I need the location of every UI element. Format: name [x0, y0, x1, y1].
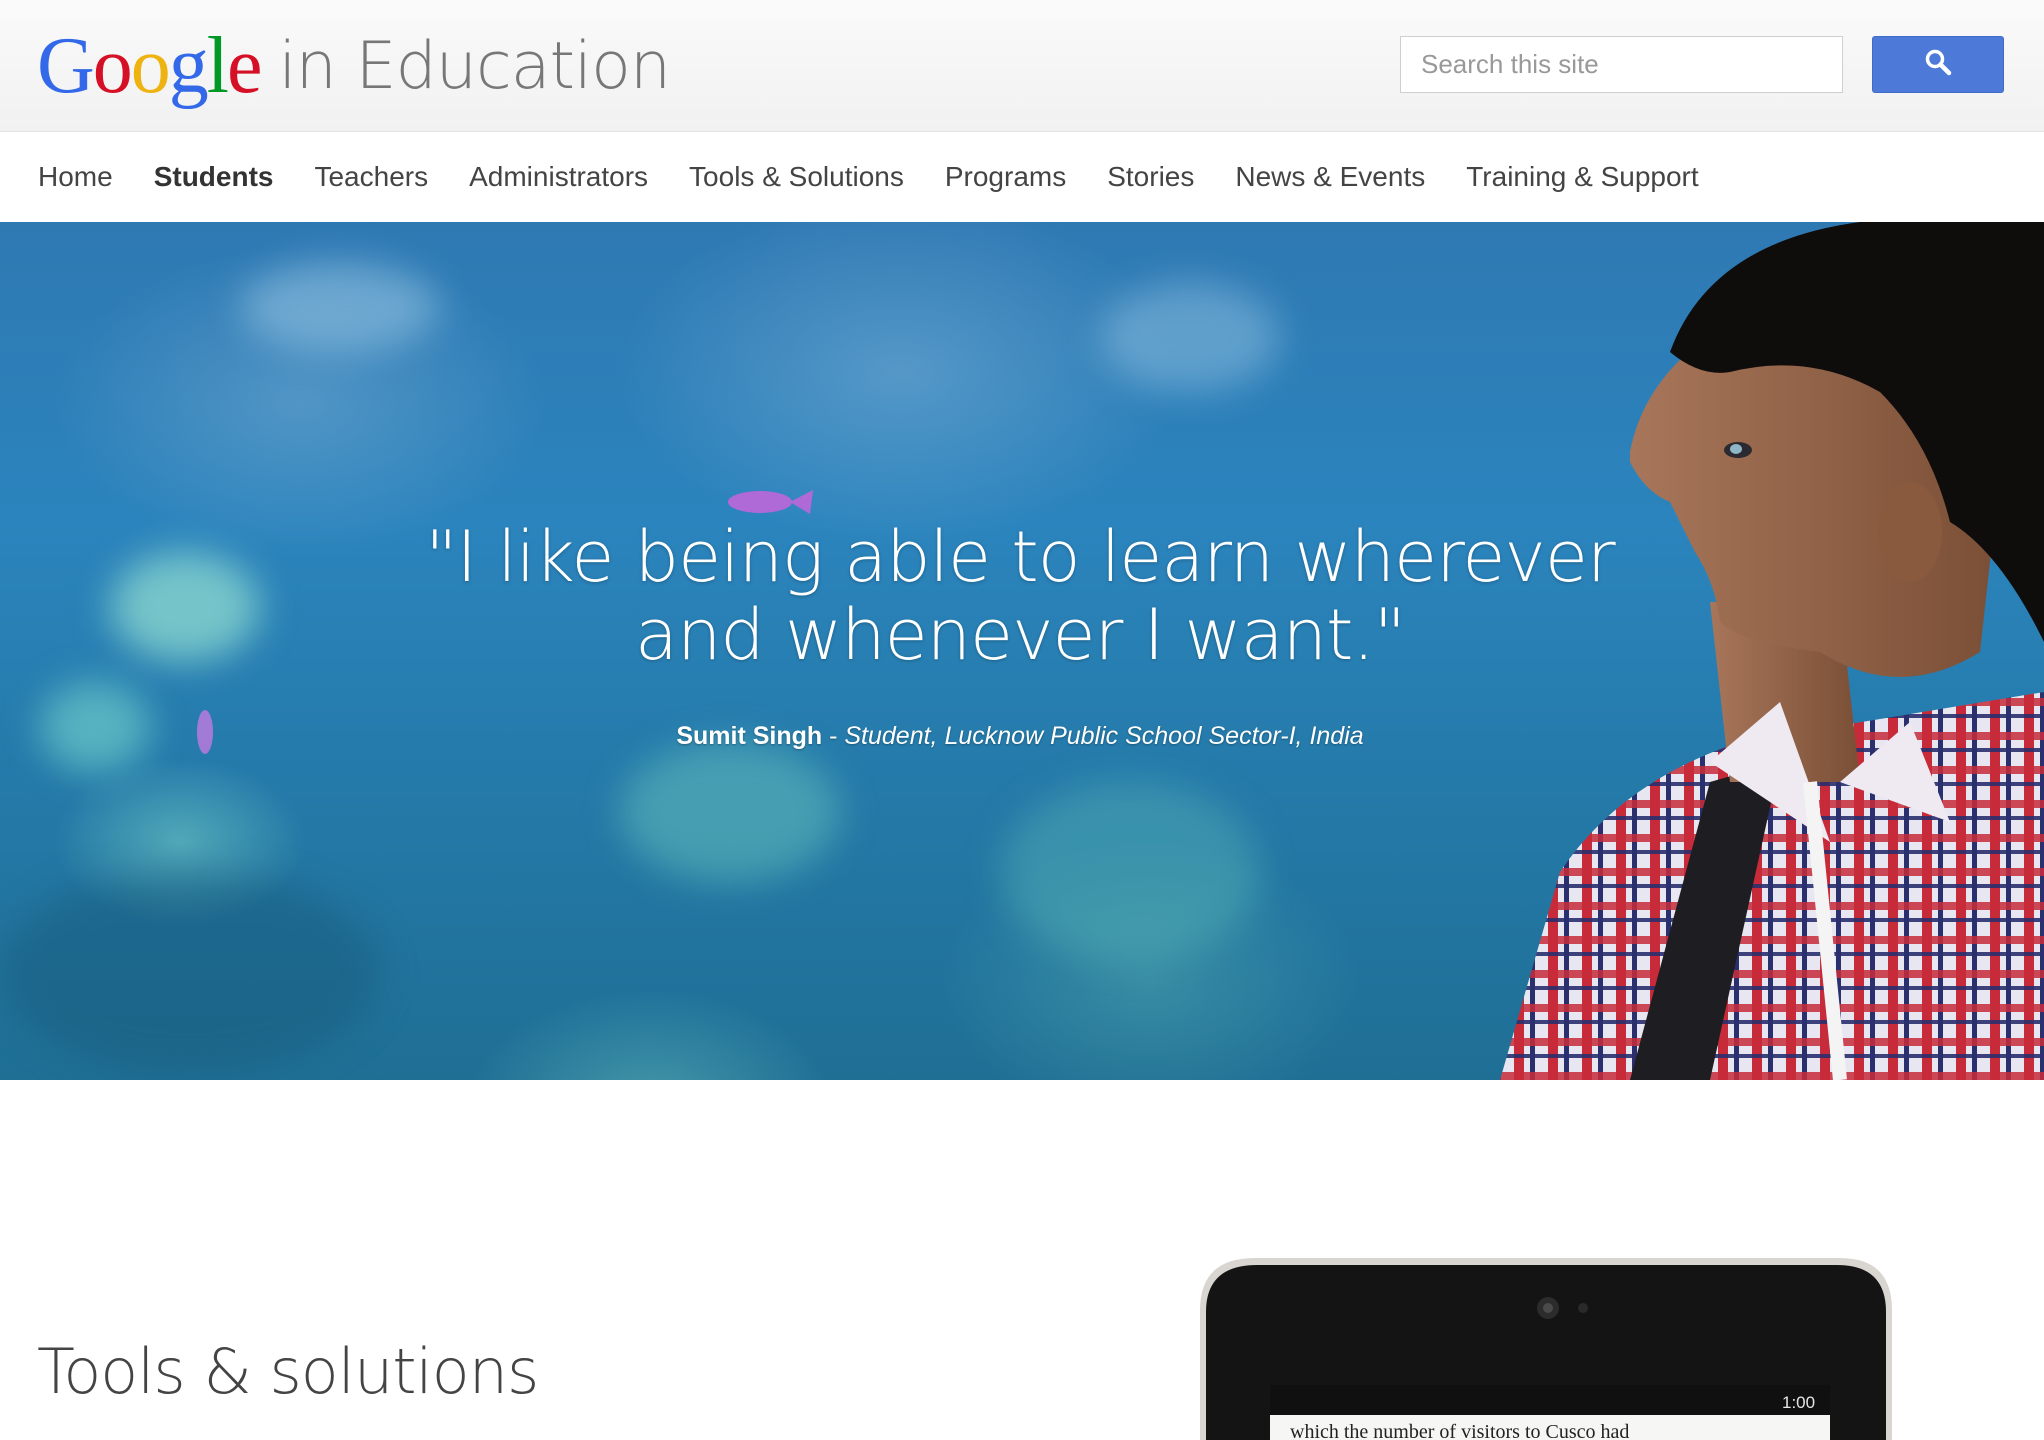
site-header: Google in Education — [0, 0, 2044, 132]
coral-blob — [1100, 282, 1280, 392]
hero-attribution: Sumit Singh - Student, Lucknow Public Sc… — [370, 722, 1670, 751]
search-button[interactable] — [1872, 36, 2004, 93]
main-nav: Home Students Teachers Administrators To… — [0, 132, 2044, 222]
hero-banner: "I like being able to learn wherever and… — [0, 222, 2044, 1080]
coral-blob — [1000, 782, 1260, 962]
nav-item-stories[interactable]: Stories — [1107, 161, 1194, 193]
section-title: Tools & solutions — [37, 1335, 539, 1408]
coral-blob — [40, 682, 150, 772]
coral-blob — [0, 872, 380, 1072]
attribution-separator: - — [822, 722, 845, 750]
fish-icon — [197, 710, 213, 754]
search-icon — [1924, 48, 1952, 81]
attribution-name: Sumit Singh — [676, 722, 823, 750]
attribution-role: Student, Lucknow Public School Sector-I,… — [844, 722, 1364, 750]
logo-suffix: in Education — [278, 28, 672, 104]
tablet-status-time: 1:00 — [1782, 1393, 1816, 1412]
search-input[interactable] — [1400, 36, 1843, 93]
coral-blob — [620, 742, 840, 882]
hero-quote-line2: and whenever I want." — [635, 594, 1406, 676]
nav-item-news-events[interactable]: News & Events — [1235, 161, 1425, 193]
coral-blob — [110, 552, 260, 662]
coral-blob — [240, 262, 440, 352]
nav-item-students[interactable]: Students — [154, 161, 274, 193]
nav-item-teachers[interactable]: Teachers — [314, 161, 428, 193]
nav-item-administrators[interactable]: Administrators — [469, 161, 648, 193]
tablet-screen-text: which the number of visitors to Cusco ha… — [1290, 1422, 1630, 1440]
hero-quote-line1: "I like being able to learn wherever — [425, 516, 1615, 598]
hero-quote: "I like being able to learn wherever and… — [370, 518, 1670, 674]
nav-item-home[interactable]: Home — [38, 161, 113, 193]
nav-item-training-support[interactable]: Training & Support — [1466, 161, 1698, 193]
google-in-education-logo[interactable]: Google in Education — [37, 16, 672, 116]
nav-item-programs[interactable]: Programs — [945, 161, 1066, 193]
google-wordmark: Google — [37, 22, 263, 110]
nav-item-tools-solutions[interactable]: Tools & Solutions — [689, 161, 904, 193]
